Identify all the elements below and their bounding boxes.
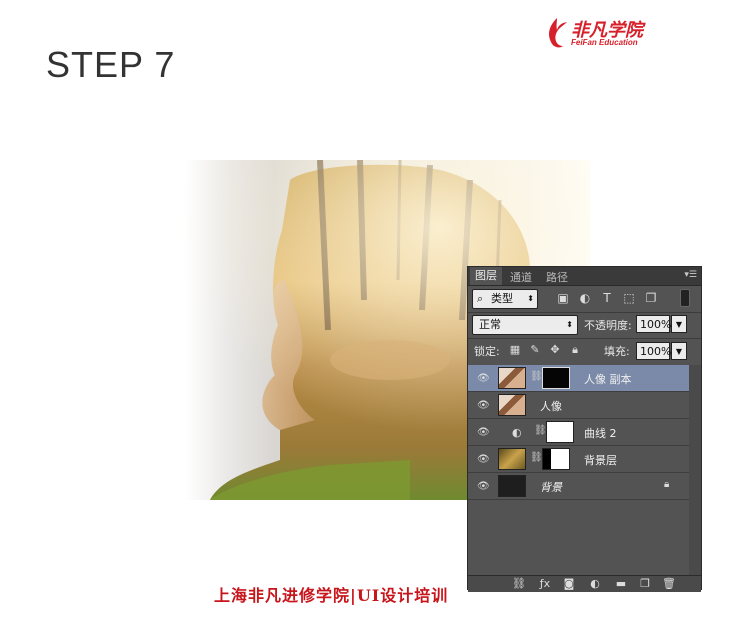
logo-text-en: FeiFan Education: [571, 38, 638, 47]
lock-brush-icon[interactable]: ✎: [528, 343, 542, 357]
layers-list: 👁︎ ⛓︎ 人像 副本 👁︎ 人像 👁︎ ◐ ⛓︎ 曲线 2 👁︎ ⛓︎ 背景层…: [468, 365, 689, 575]
lock-icon: 🔒︎: [664, 479, 670, 490]
filter-kind-label: 类型: [491, 292, 513, 305]
tab-paths[interactable]: 路径: [546, 269, 568, 285]
layer-name: 曲线 2: [584, 427, 617, 440]
pixel-filter-icon[interactable]: ▣: [556, 291, 570, 305]
fx-icon[interactable]: ƒx: [538, 577, 552, 590]
layer-row[interactable]: 👁︎ 人像: [468, 392, 689, 419]
layer-thumbnail: [498, 367, 526, 389]
opacity-dropdown-icon[interactable]: ▼: [671, 315, 687, 333]
filter-kind-select[interactable]: ⌕ 类型 ⬍: [472, 289, 538, 309]
filter-row: ⌕ 类型 ⬍ ▣ ◐ T ⬚ ❐: [468, 289, 701, 311]
curves-adjustment-icon: ◐: [512, 426, 522, 439]
layer-thumbnail: [498, 394, 526, 416]
divider: [468, 312, 701, 313]
panel-menu-icon[interactable]: ▾☰: [684, 270, 697, 280]
divider: [468, 338, 701, 339]
layer-row[interactable]: 👁︎ ⛓︎ 背景层: [468, 446, 689, 473]
layer-thumbnail: [498, 448, 526, 470]
layer-name: 背景: [540, 481, 562, 494]
tab-layers[interactable]: 图层: [470, 267, 502, 285]
layers-scrollbar[interactable]: [689, 365, 701, 575]
link-chain-icon[interactable]: ⛓︎: [530, 371, 543, 382]
tab-channels[interactable]: 通道: [510, 269, 532, 285]
layer-mask-thumbnail[interactable]: [546, 421, 574, 443]
opacity-field[interactable]: 100%: [636, 315, 671, 333]
filter-toggle[interactable]: [680, 289, 690, 307]
layers-panel: 图层 通道 路径 ▾☰ ⌕ 类型 ⬍ ▣ ◐ T ⬚ ❐ 正常 ⬍ 不透明度: …: [467, 266, 702, 592]
adjustment-filter-icon[interactable]: ◐: [578, 291, 592, 305]
fill-field[interactable]: 100%: [636, 342, 671, 360]
blend-mode-select[interactable]: 正常 ⬍: [472, 315, 578, 335]
lock-row: 锁定: ▦ ✎ ✥ 🔒︎ 填充: 100% ▼: [468, 340, 701, 362]
layer-name: 背景层: [584, 454, 617, 467]
eye-icon[interactable]: 👁︎: [477, 427, 490, 438]
link-layers-icon[interactable]: ⛓︎: [512, 577, 526, 590]
eye-icon[interactable]: 👁︎: [477, 454, 490, 465]
lock-label: 锁定:: [474, 345, 500, 358]
lock-all-icon[interactable]: 🔒︎: [568, 343, 582, 357]
flame-logo-icon: [549, 18, 567, 48]
add-mask-icon[interactable]: ◙: [562, 577, 576, 590]
shape-filter-icon[interactable]: ⬚: [622, 291, 636, 305]
new-layer-icon[interactable]: ❐: [638, 577, 652, 590]
trash-icon[interactable]: 🗑︎: [662, 577, 676, 590]
layer-row[interactable]: 👁︎ 背景 🔒︎: [468, 473, 689, 500]
link-chain-icon[interactable]: ⛓︎: [530, 452, 543, 463]
layer-row[interactable]: 👁︎ ⛓︎ 人像 副本: [468, 365, 689, 392]
eye-icon[interactable]: 👁︎: [477, 481, 490, 492]
eye-icon[interactable]: 👁︎: [477, 400, 490, 411]
step-title: STEP 7: [46, 44, 176, 85]
layer-name: 人像: [540, 400, 562, 413]
lock-move-icon[interactable]: ✥: [548, 343, 562, 357]
blend-row: 正常 ⬍ 不透明度: 100% ▼: [468, 315, 701, 337]
smartobject-filter-icon[interactable]: ❐: [644, 291, 658, 305]
updown-arrow-icon: ⬍: [527, 294, 534, 303]
opacity-label: 不透明度:: [584, 319, 632, 332]
layer-name: 人像 副本: [584, 373, 632, 386]
layer-mask-thumbnail[interactable]: [542, 448, 570, 470]
updown-arrow-icon: ⬍: [566, 320, 573, 329]
fill-dropdown-icon[interactable]: ▼: [671, 342, 687, 360]
footer-caption: 上海非凡进修学院|UI设计培训: [214, 586, 449, 605]
panel-bottom-toolbar: ⛓︎ ƒx ◙ ◐ ▬ ❐ 🗑︎: [468, 575, 701, 592]
layer-thumbnail: [498, 475, 526, 497]
type-filter-icon[interactable]: T: [600, 291, 614, 305]
panel-tabbar: 图层 通道 路径 ▾☰: [468, 267, 701, 286]
fill-label: 填充:: [604, 345, 630, 358]
link-chain-icon[interactable]: ⛓︎: [534, 425, 547, 436]
layer-mask-thumbnail[interactable]: [542, 367, 570, 389]
folder-icon[interactable]: ▬: [614, 577, 628, 590]
blend-mode-value: 正常: [479, 318, 501, 331]
adjustment-layer-icon[interactable]: ◐: [588, 577, 602, 590]
lock-transparent-icon[interactable]: ▦: [508, 343, 522, 357]
search-icon: ⌕: [477, 292, 484, 305]
feifan-logo: 非凡学院 FeiFan Education: [543, 14, 643, 54]
eye-icon[interactable]: 👁︎: [477, 373, 490, 384]
layer-row[interactable]: 👁︎ ◐ ⛓︎ 曲线 2: [468, 419, 689, 446]
